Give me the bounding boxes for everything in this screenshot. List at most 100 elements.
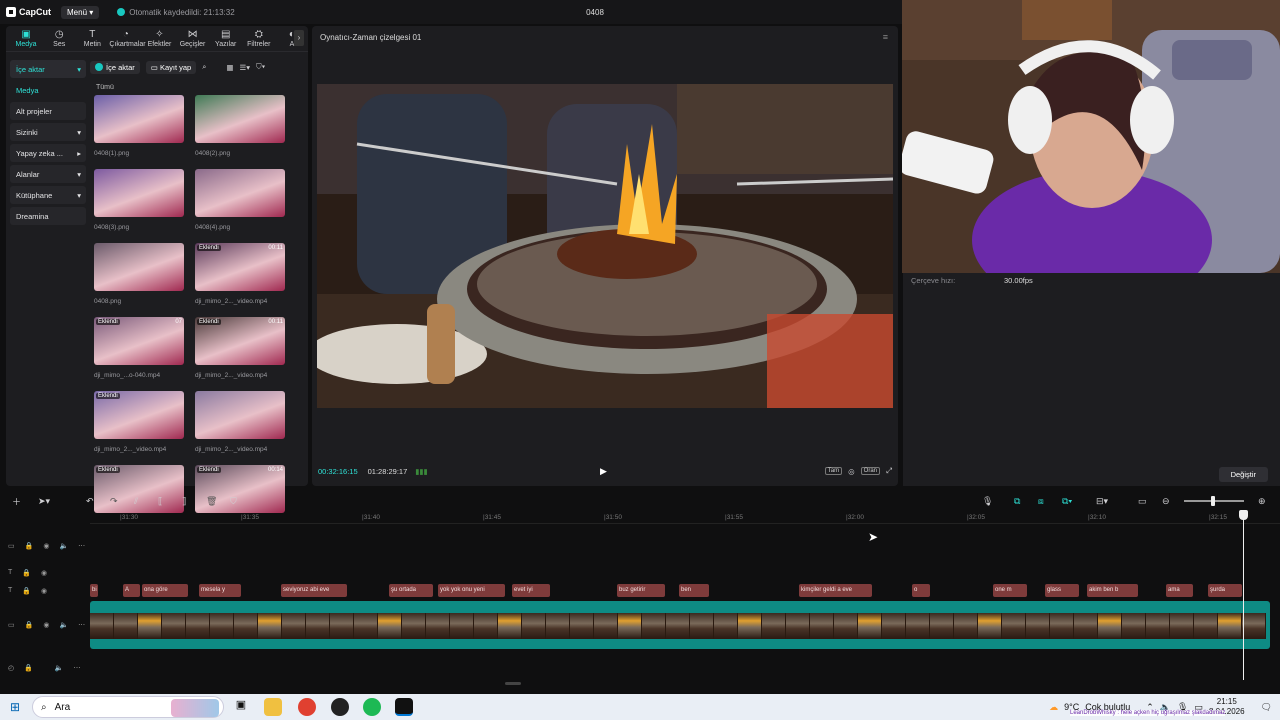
text-clip[interactable]: şurda	[1208, 584, 1242, 597]
sidenav-item[interactable]: Sizinki ▾	[10, 123, 86, 141]
zoom-in-icon[interactable]: ⊕	[1258, 496, 1266, 507]
tool-effects[interactable]: ✧ Efektler	[143, 30, 175, 51]
microphone-icon[interactable]: 🎙	[982, 496, 993, 507]
file-explorer-icon[interactable]	[264, 698, 282, 716]
lock-icon[interactable]: 🔒	[24, 664, 33, 672]
media-thumbnail[interactable]: 0408(2).png	[195, 95, 285, 169]
text-clip[interactable]: o	[912, 584, 930, 597]
import-button[interactable]: İçe aktar	[90, 60, 140, 74]
more-icon[interactable]: ⋯	[78, 621, 85, 629]
menu-button[interactable]: Menü ▾	[61, 5, 100, 19]
speaker-icon[interactable]: 🔈	[59, 621, 68, 629]
chrome-icon[interactable]	[298, 698, 316, 716]
split-icon[interactable]: ⫽	[134, 496, 138, 507]
text-clip[interactable]: one m	[993, 584, 1027, 597]
media-thumbnail[interactable]: Eklendi 07 dji_mimo_...o-040.mp4	[94, 317, 184, 391]
capcut-taskbar-icon[interactable]	[395, 698, 413, 716]
more-icon[interactable]: ⋯	[78, 542, 85, 550]
media-thumbnail[interactable]: 0408(1).png	[94, 95, 184, 169]
speaker-icon[interactable]: 🔈	[55, 664, 64, 672]
shield-icon[interactable]: ⛉	[230, 496, 237, 507]
eye-icon[interactable]: ◉	[41, 569, 47, 577]
text-clip[interactable]: yok yok onu yeni	[438, 584, 505, 597]
add-track-icon[interactable]: ＋	[12, 495, 21, 508]
text-clip[interactable]: ben	[679, 584, 709, 597]
speaker-icon[interactable]: 🔈	[59, 542, 68, 550]
text-clip[interactable]: akim ben b	[1087, 584, 1138, 597]
media-thumbnail[interactable]: dji_mimo_2..._video.mp4	[195, 391, 285, 465]
sidenav-item[interactable]: Kütüphane ▾	[10, 186, 86, 204]
media-thumbnail[interactable]: 0408(3).png	[94, 169, 184, 243]
more-icon[interactable]: ⋯	[74, 664, 81, 672]
text-clip[interactable]: ona göre	[142, 584, 188, 597]
toolbar-scroll-right-button[interactable]: ›	[294, 30, 304, 46]
link-main-track-icon[interactable]: ⧉	[1014, 496, 1020, 507]
eye-icon[interactable]: ◉	[43, 542, 49, 550]
redo-icon[interactable]: ↷	[110, 496, 118, 507]
main-video-clip[interactable]	[90, 601, 1270, 649]
obs-icon[interactable]	[331, 698, 349, 716]
text-clip[interactable]: şu ortada	[389, 584, 433, 597]
sidenav-item[interactable]: Yapay zeka ... ▸	[10, 144, 86, 162]
text-clip[interactable]: kimçiler geldi a eve	[799, 584, 872, 597]
sort-icon[interactable]: ☰▾	[240, 63, 251, 72]
notification-icon[interactable]: 🗨	[1261, 702, 1272, 713]
tool-text[interactable]: T Metin	[76, 30, 108, 51]
text-clip[interactable]: evet iyi	[512, 584, 550, 597]
zoom-slider-handle[interactable]	[1211, 496, 1215, 506]
timeline-ruler[interactable]: |31:30 |31:35 |31:40 |31:45 |31:50 |31:55 |32:…	[90, 512, 1280, 524]
media-thumbnail[interactable]: 0408.png	[94, 243, 184, 317]
eye-icon[interactable]: ◉	[43, 621, 49, 629]
trim-left-icon[interactable]: ⟦	[158, 496, 162, 507]
player-menu-icon[interactable]: ≡	[883, 32, 888, 42]
sidenav-item[interactable]: Alt projeler	[10, 102, 86, 120]
text-clip[interactable]: mesela y	[199, 584, 241, 597]
delete-icon[interactable]: 🗑	[206, 496, 217, 507]
undo-icon[interactable]: ↶	[86, 496, 94, 507]
text-clip[interactable]: A	[123, 584, 140, 597]
fullscreen-icon[interactable]: ⤢	[886, 466, 892, 476]
sidenav-item[interactable]: Medya	[10, 81, 86, 99]
select-tool-icon[interactable]: ➤▾	[38, 496, 50, 507]
snapshot-icon[interactable]: ◎	[848, 467, 855, 476]
text-clip[interactable]: ama	[1166, 584, 1193, 597]
media-thumbnail[interactable]: Eklendi dji_mimo_2..._video.mp4	[94, 391, 184, 465]
text-clip[interactable]: buz getirir	[617, 584, 665, 597]
sidenav-item[interactable]: Alanlar ▾	[10, 165, 86, 183]
linkage-icon[interactable]: ⧉▾	[1062, 496, 1072, 507]
tool-filter[interactable]: ⛭ Filtreler	[243, 30, 275, 51]
subtitle-icon[interactable]: ▭	[1138, 496, 1147, 507]
lock-icon[interactable]: 🔒	[22, 587, 31, 595]
tool-sticker[interactable]: ◔ Çıkartmalar	[109, 30, 145, 51]
taskbar-search[interactable]: ⌕ Ara	[32, 696, 224, 718]
magnet-icon[interactable]: ⧈	[1038, 496, 1044, 507]
windows-start-icon[interactable]: ⊞	[10, 700, 20, 714]
preview-axis-icon[interactable]: ⊟▾	[1096, 496, 1108, 507]
record-button[interactable]: ▭ Kayıt yap	[145, 60, 197, 74]
full-quality-button[interactable]: Tam	[824, 467, 843, 475]
filter-icon[interactable]: ⛉▾	[256, 62, 265, 72]
search-icon[interactable]: ⌕	[202, 62, 206, 72]
sidenav-item[interactable]: Dreamina	[10, 207, 86, 225]
ratio-button[interactable]: Oran	[860, 467, 880, 475]
trim-right-icon[interactable]: ⟧	[182, 496, 186, 507]
spotify-icon[interactable]	[363, 698, 381, 716]
timeline-scrollbar[interactable]	[505, 682, 521, 685]
lock-icon[interactable]: 🔒	[22, 569, 31, 577]
tool-audio[interactable]: ◷ Ses	[43, 30, 75, 51]
grid-view-icon[interactable]: ▦	[226, 63, 233, 72]
media-thumbnail[interactable]: Eklendi 00:11 dji_mimo_2..._video.mp4	[195, 243, 285, 317]
text-clip[interactable]: bi	[90, 584, 98, 597]
lock-icon[interactable]: 🔒	[25, 621, 34, 629]
lock-icon[interactable]: 🔒	[25, 542, 34, 550]
play-icon[interactable]: ▶	[600, 466, 607, 477]
tool-captions[interactable]: ▤ Yazılar	[210, 30, 242, 51]
tool-media[interactable]: ▣ Medya	[10, 30, 42, 51]
text-clip[interactable]: seviyoruz abi eve	[281, 584, 347, 597]
tool-transition[interactable]: ⋈ Geçişler	[177, 30, 209, 51]
playhead[interactable]	[1243, 512, 1244, 680]
task-view-icon[interactable]: ▣	[232, 698, 250, 716]
media-thumbnail[interactable]: 0408(4).png	[195, 169, 285, 243]
change-button[interactable]: Değiştir	[1218, 467, 1268, 482]
text-clip[interactable]: glass	[1045, 584, 1079, 597]
